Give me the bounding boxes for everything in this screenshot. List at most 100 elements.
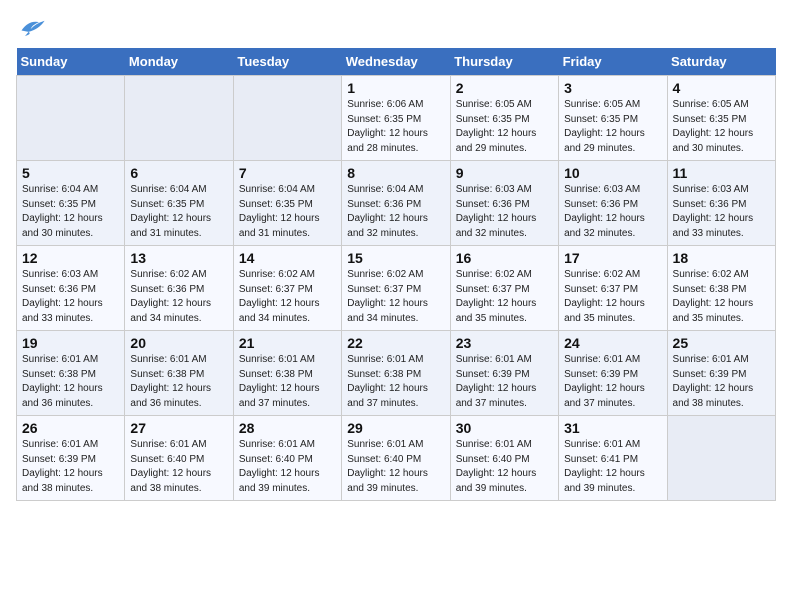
- calendar-week-row: 26 Sunrise: 6:01 AM Sunset: 6:39 PM Dayli…: [17, 416, 776, 501]
- day-number: 18: [673, 250, 770, 266]
- day-number: 24: [564, 335, 661, 351]
- calendar-cell: 18 Sunrise: 6:02 AM Sunset: 6:38 PM Dayli…: [667, 246, 775, 331]
- calendar-cell: 26 Sunrise: 6:01 AM Sunset: 6:39 PM Dayli…: [17, 416, 125, 501]
- calendar-cell: 19 Sunrise: 6:01 AM Sunset: 6:38 PM Dayli…: [17, 331, 125, 416]
- day-number: 9: [456, 165, 553, 181]
- day-info: Sunrise: 6:01 AM Sunset: 6:40 PM Dayligh…: [347, 438, 444, 496]
- calendar-cell: 17 Sunrise: 6:02 AM Sunset: 6:37 PM Dayli…: [559, 246, 667, 331]
- day-info: Sunrise: 6:04 AM Sunset: 6:36 PM Dayligh…: [347, 183, 444, 241]
- calendar-cell: 23 Sunrise: 6:01 AM Sunset: 6:39 PM Dayli…: [450, 331, 558, 416]
- day-info: Sunrise: 6:05 AM Sunset: 6:35 PM Dayligh…: [673, 98, 770, 156]
- day-number: 31: [564, 420, 661, 436]
- calendar-cell: 31 Sunrise: 6:01 AM Sunset: 6:41 PM Dayli…: [559, 416, 667, 501]
- day-info: Sunrise: 6:01 AM Sunset: 6:39 PM Dayligh…: [456, 353, 553, 411]
- day-number: 7: [239, 165, 336, 181]
- calendar-cell: 22 Sunrise: 6:01 AM Sunset: 6:38 PM Dayli…: [342, 331, 450, 416]
- calendar-cell: 2 Sunrise: 6:05 AM Sunset: 6:35 PM Daylig…: [450, 76, 558, 161]
- calendar-week-row: 19 Sunrise: 6:01 AM Sunset: 6:38 PM Dayli…: [17, 331, 776, 416]
- calendar-cell: 27 Sunrise: 6:01 AM Sunset: 6:40 PM Dayli…: [125, 416, 233, 501]
- day-info: Sunrise: 6:03 AM Sunset: 6:36 PM Dayligh…: [456, 183, 553, 241]
- day-number: 25: [673, 335, 770, 351]
- day-info: Sunrise: 6:01 AM Sunset: 6:41 PM Dayligh…: [564, 438, 661, 496]
- day-info: Sunrise: 6:01 AM Sunset: 6:38 PM Dayligh…: [239, 353, 336, 411]
- calendar-cell: 14 Sunrise: 6:02 AM Sunset: 6:37 PM Dayli…: [233, 246, 341, 331]
- calendar-cell: 24 Sunrise: 6:01 AM Sunset: 6:39 PM Dayli…: [559, 331, 667, 416]
- calendar-cell: 16Sunrise: 6:02 AM Sunset: 6:37 PM Dayli…: [450, 246, 558, 331]
- calendar-cell: 1 Sunrise: 6:06 AM Sunset: 6:35 PM Daylig…: [342, 76, 450, 161]
- day-number: 27: [130, 420, 227, 436]
- day-info: Sunrise: 6:02 AM Sunset: 6:38 PM Dayligh…: [673, 268, 770, 326]
- day-info: Sunrise: 6:01 AM Sunset: 6:38 PM Dayligh…: [22, 353, 119, 411]
- calendar-cell: 4Sunrise: 6:05 AM Sunset: 6:35 PM Daylig…: [667, 76, 775, 161]
- calendar-cell: 5Sunrise: 6:04 AM Sunset: 6:35 PM Daylig…: [17, 161, 125, 246]
- day-number: 29: [347, 420, 444, 436]
- day-info: Sunrise: 6:03 AM Sunset: 6:36 PM Dayligh…: [22, 268, 119, 326]
- day-number: 17: [564, 250, 661, 266]
- calendar-table: SundayMondayTuesdayWednesdayThursdayFrid…: [16, 48, 776, 501]
- day-info: Sunrise: 6:02 AM Sunset: 6:37 PM Dayligh…: [347, 268, 444, 326]
- day-number: 30: [456, 420, 553, 436]
- calendar-header-wednesday: Wednesday: [342, 48, 450, 76]
- calendar-cell: 9 Sunrise: 6:03 AM Sunset: 6:36 PM Daylig…: [450, 161, 558, 246]
- calendar-cell: [233, 76, 341, 161]
- day-info: Sunrise: 6:05 AM Sunset: 6:35 PM Dayligh…: [564, 98, 661, 156]
- day-info: Sunrise: 6:01 AM Sunset: 6:38 PM Dayligh…: [347, 353, 444, 411]
- day-info: Sunrise: 6:04 AM Sunset: 6:35 PM Dayligh…: [130, 183, 227, 241]
- calendar-header-sunday: Sunday: [17, 48, 125, 76]
- day-info: Sunrise: 6:01 AM Sunset: 6:39 PM Dayligh…: [22, 438, 119, 496]
- day-number: 23: [456, 335, 553, 351]
- calendar-week-row: 12Sunrise: 6:03 AM Sunset: 6:36 PM Dayli…: [17, 246, 776, 331]
- day-number: 13: [130, 250, 227, 266]
- day-info: Sunrise: 6:02 AM Sunset: 6:37 PM Dayligh…: [456, 268, 553, 326]
- day-number: 2: [456, 80, 553, 96]
- calendar-header-saturday: Saturday: [667, 48, 775, 76]
- day-info: Sunrise: 6:02 AM Sunset: 6:37 PM Dayligh…: [239, 268, 336, 326]
- day-info: Sunrise: 6:06 AM Sunset: 6:35 PM Dayligh…: [347, 98, 444, 156]
- day-info: Sunrise: 6:04 AM Sunset: 6:35 PM Dayligh…: [22, 183, 119, 241]
- day-number: 28: [239, 420, 336, 436]
- calendar-header-thursday: Thursday: [450, 48, 558, 76]
- day-number: 8: [347, 165, 444, 181]
- calendar-cell: [125, 76, 233, 161]
- day-info: Sunrise: 6:03 AM Sunset: 6:36 PM Dayligh…: [564, 183, 661, 241]
- calendar-cell: 30 Sunrise: 6:01 AM Sunset: 6:40 PM Dayli…: [450, 416, 558, 501]
- day-info: Sunrise: 6:03 AM Sunset: 6:36 PM Dayligh…: [673, 183, 770, 241]
- day-number: 1: [347, 80, 444, 96]
- day-info: Sunrise: 6:01 AM Sunset: 6:38 PM Dayligh…: [130, 353, 227, 411]
- day-number: 26: [22, 420, 119, 436]
- calendar-week-row: 1 Sunrise: 6:06 AM Sunset: 6:35 PM Daylig…: [17, 76, 776, 161]
- logo: [16, 16, 46, 38]
- day-info: Sunrise: 6:02 AM Sunset: 6:36 PM Dayligh…: [130, 268, 227, 326]
- day-number: 14: [239, 250, 336, 266]
- day-info: Sunrise: 6:05 AM Sunset: 6:35 PM Dayligh…: [456, 98, 553, 156]
- day-number: 19: [22, 335, 119, 351]
- day-info: Sunrise: 6:02 AM Sunset: 6:37 PM Dayligh…: [564, 268, 661, 326]
- day-number: 3: [564, 80, 661, 96]
- calendar-cell: 13 Sunrise: 6:02 AM Sunset: 6:36 PM Dayli…: [125, 246, 233, 331]
- calendar-cell: [17, 76, 125, 161]
- calendar-cell: [667, 416, 775, 501]
- day-info: Sunrise: 6:01 AM Sunset: 6:39 PM Dayligh…: [673, 353, 770, 411]
- calendar-cell: 3 Sunrise: 6:05 AM Sunset: 6:35 PM Daylig…: [559, 76, 667, 161]
- day-number: 21: [239, 335, 336, 351]
- day-number: 10: [564, 165, 661, 181]
- day-info: Sunrise: 6:01 AM Sunset: 6:40 PM Dayligh…: [456, 438, 553, 496]
- day-number: 22: [347, 335, 444, 351]
- calendar-week-row: 5Sunrise: 6:04 AM Sunset: 6:35 PM Daylig…: [17, 161, 776, 246]
- calendar-header-monday: Monday: [125, 48, 233, 76]
- calendar-cell: 12Sunrise: 6:03 AM Sunset: 6:36 PM Dayli…: [17, 246, 125, 331]
- day-info: Sunrise: 6:01 AM Sunset: 6:39 PM Dayligh…: [564, 353, 661, 411]
- calendar-cell: 29 Sunrise: 6:01 AM Sunset: 6:40 PM Dayli…: [342, 416, 450, 501]
- day-number: 15: [347, 250, 444, 266]
- calendar-cell: 25 Sunrise: 6:01 AM Sunset: 6:39 PM Dayli…: [667, 331, 775, 416]
- calendar-cell: 15 Sunrise: 6:02 AM Sunset: 6:37 PM Dayli…: [342, 246, 450, 331]
- calendar-cell: 7Sunrise: 6:04 AM Sunset: 6:35 PM Daylig…: [233, 161, 341, 246]
- calendar-cell: 10 Sunrise: 6:03 AM Sunset: 6:36 PM Dayli…: [559, 161, 667, 246]
- calendar-cell: 20Sunrise: 6:01 AM Sunset: 6:38 PM Dayli…: [125, 331, 233, 416]
- logo-icon: [18, 16, 46, 38]
- page-header: [16, 16, 776, 38]
- calendar-header-tuesday: Tuesday: [233, 48, 341, 76]
- calendar-header-row: SundayMondayTuesdayWednesdayThursdayFrid…: [17, 48, 776, 76]
- day-info: Sunrise: 6:01 AM Sunset: 6:40 PM Dayligh…: [130, 438, 227, 496]
- calendar-cell: 28Sunrise: 6:01 AM Sunset: 6:40 PM Dayli…: [233, 416, 341, 501]
